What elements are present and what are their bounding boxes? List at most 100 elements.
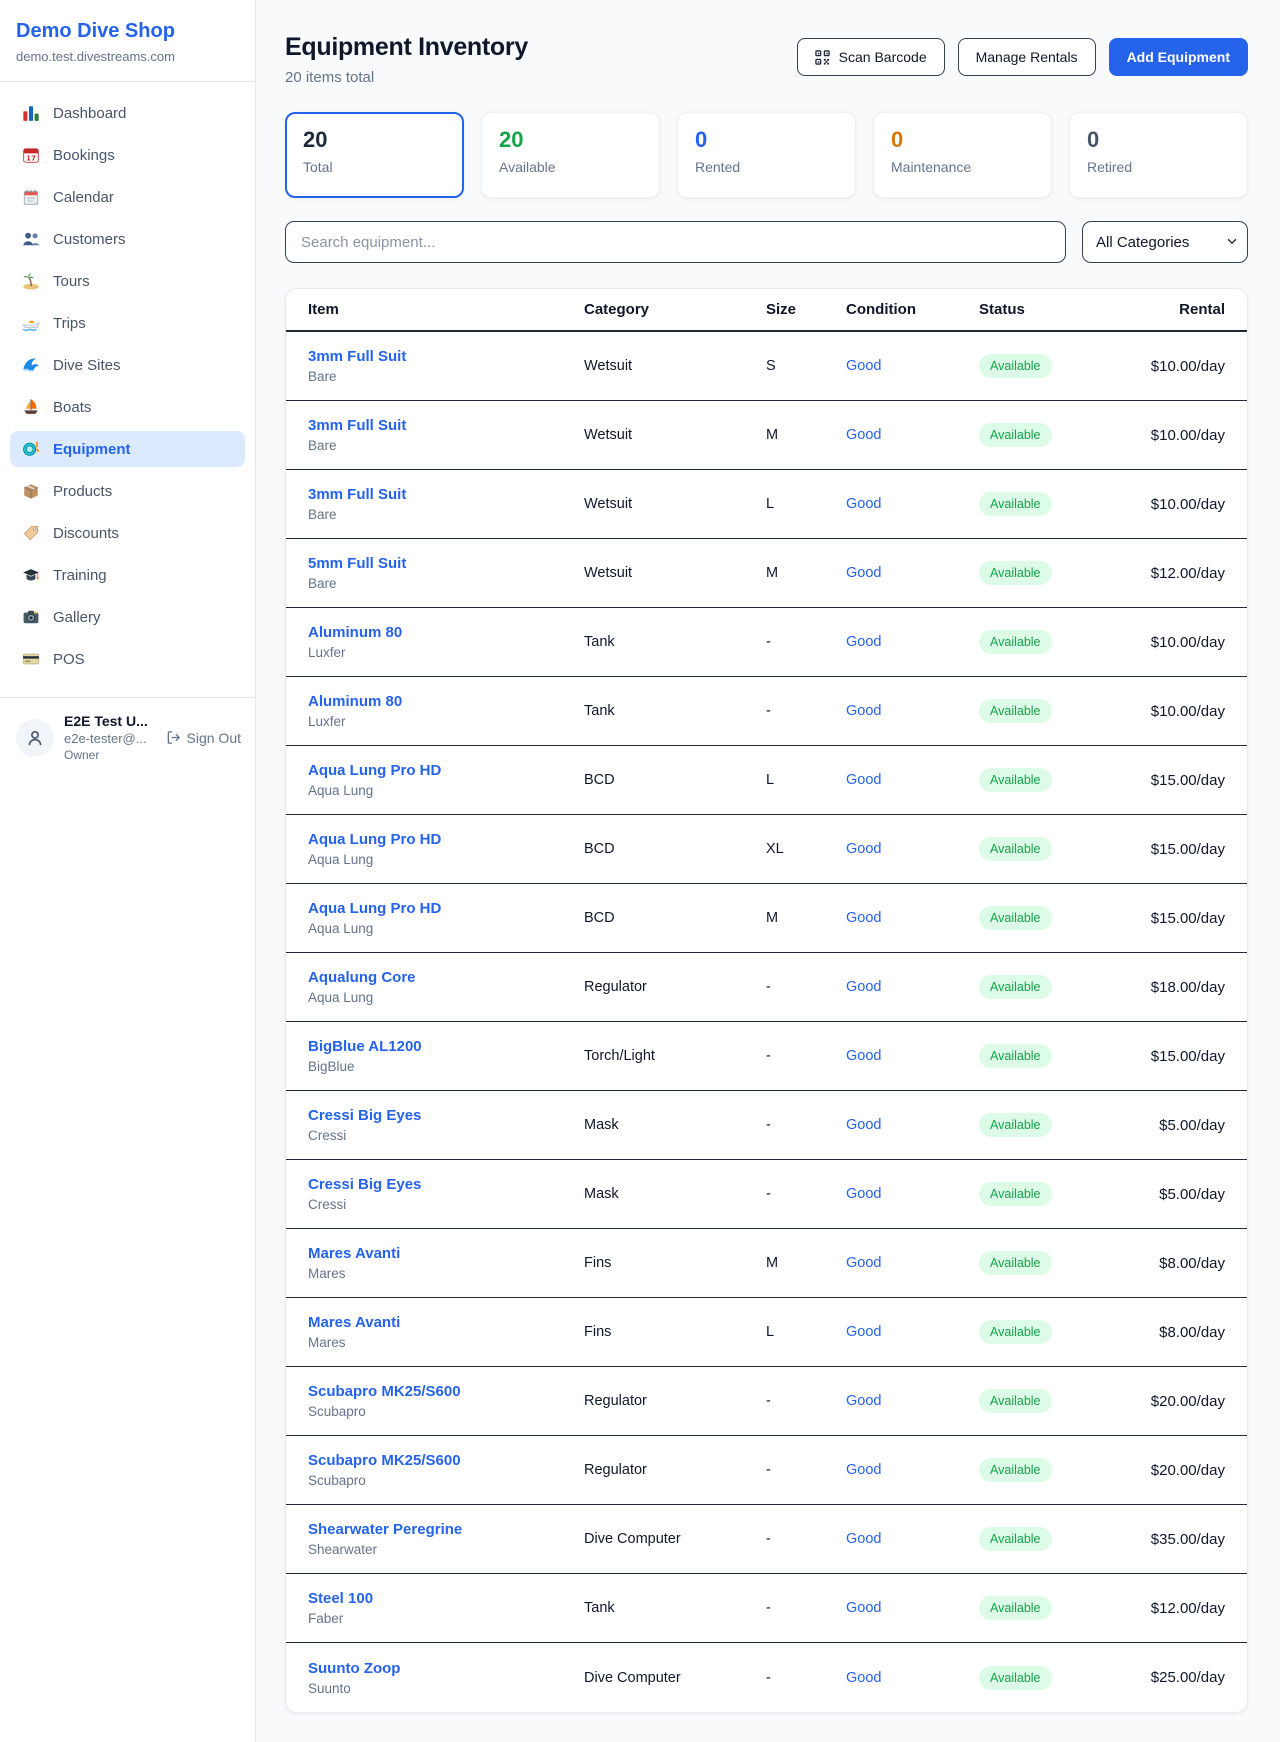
item-cell: Steel 100Faber	[308, 1590, 584, 1626]
sidebar-nav: Dashboard 17 Bookings Calendar Customers Tour…	[0, 82, 255, 691]
condition-link[interactable]: Good	[846, 358, 979, 374]
add-equipment-button[interactable]: Add Equipment	[1109, 38, 1248, 76]
condition-link[interactable]: Good	[846, 772, 979, 788]
app-name[interactable]: Demo Dive Shop	[16, 20, 239, 43]
palm-island-icon	[22, 272, 40, 290]
item-link[interactable]: 3mm Full Suit	[308, 417, 584, 434]
item-cell: Aluminum 80 Luxfer	[308, 693, 584, 729]
sign-out-label: Sign Out	[187, 730, 241, 746]
item-link[interactable]: Shearwater Peregrine	[308, 1521, 584, 1538]
sidebar-item-boats[interactable]: Boats	[10, 389, 245, 425]
sidebar-item-discounts[interactable]: Discounts	[10, 515, 245, 551]
condition-link[interactable]: Good	[846, 1255, 979, 1271]
sidebar-item-tours[interactable]: Tours	[10, 263, 245, 299]
sidebar-item-label: Bookings	[53, 147, 115, 164]
table-row: 3mm Full SuitBareWetsuitSGoodAvailable$1…	[286, 332, 1247, 401]
sidebar-item-training[interactable]: Training	[10, 557, 245, 593]
item-brand: Shearwater	[308, 1542, 584, 1557]
svg-text:17: 17	[26, 153, 36, 162]
item-link[interactable]: Mares Avanti	[308, 1245, 584, 1262]
item-link[interactable]: BigBlue AL1200	[308, 1038, 584, 1055]
item-brand: Cressi	[308, 1197, 584, 1212]
manage-rentals-button[interactable]: Manage Rentals	[958, 38, 1096, 76]
sidebar: Demo Dive Shop demo.test.divestreams.com…	[0, 0, 256, 1742]
rental-cell: $12.00/day	[1149, 565, 1225, 582]
sign-out-button[interactable]: Sign Out	[166, 730, 241, 746]
condition-link[interactable]: Good	[846, 427, 979, 443]
stat-card-available[interactable]: 20Available	[481, 112, 660, 198]
column-header-rental: Rental	[1149, 301, 1225, 318]
category-cell: Fins	[584, 1324, 766, 1340]
stat-card-maintenance[interactable]: 0Maintenance	[873, 112, 1052, 198]
scan-barcode-button[interactable]: Scan Barcode	[797, 38, 945, 76]
category-select-wrap: All Categories	[1082, 221, 1248, 263]
item-link[interactable]: Aqua Lung Pro HD	[308, 762, 584, 779]
condition-link[interactable]: Good	[846, 565, 979, 581]
status-badge: Available	[979, 975, 1052, 999]
condition-link[interactable]: Good	[846, 979, 979, 995]
condition-link[interactable]: Good	[846, 1117, 979, 1133]
item-brand: Scubapro	[308, 1404, 584, 1419]
item-link[interactable]: 3mm Full Suit	[308, 486, 584, 503]
size-cell: L	[766, 1324, 846, 1340]
item-link[interactable]: Aluminum 80	[308, 693, 584, 710]
sidebar-item-label: Equipment	[53, 441, 131, 458]
condition-link[interactable]: Good	[846, 910, 979, 926]
item-link[interactable]: Aqua Lung Pro HD	[308, 831, 584, 848]
condition-link[interactable]: Good	[846, 841, 979, 857]
condition-link[interactable]: Good	[846, 634, 979, 650]
stat-value: 0	[1087, 126, 1230, 154]
item-cell: 3mm Full SuitBare	[308, 486, 584, 522]
sidebar-item-pos[interactable]: POS	[10, 641, 245, 677]
item-link[interactable]: Aluminum 80	[308, 624, 584, 641]
item-link[interactable]: 5mm Full Suit	[308, 555, 584, 572]
sidebar-item-label: Tours	[53, 273, 90, 290]
condition-link[interactable]: Good	[846, 1531, 979, 1547]
condition-link[interactable]: Good	[846, 1393, 979, 1409]
sidebar-item-bookings[interactable]: 17 Bookings	[10, 137, 245, 173]
status-cell: Available	[979, 1527, 1149, 1551]
status-badge: Available	[979, 1596, 1052, 1620]
item-link[interactable]: Mares Avanti	[308, 1314, 584, 1331]
item-link[interactable]: Steel 100	[308, 1590, 584, 1607]
condition-link[interactable]: Good	[846, 1670, 979, 1686]
item-link[interactable]: Aqualung Core	[308, 969, 584, 986]
item-brand: Luxfer	[308, 714, 584, 729]
sidebar-item-gallery[interactable]: Gallery	[10, 599, 245, 635]
item-link[interactable]: 3mm Full Suit	[308, 348, 584, 365]
item-link[interactable]: Cressi Big Eyes	[308, 1176, 584, 1193]
sidebar-item-dashboard[interactable]: Dashboard	[10, 95, 245, 131]
sidebar-item-label: Products	[53, 483, 112, 500]
condition-link[interactable]: Good	[846, 703, 979, 719]
item-cell: Cressi Big EyesCressi	[308, 1107, 584, 1143]
sidebar-item-trips[interactable]: Trips	[10, 305, 245, 341]
condition-link[interactable]: Good	[846, 1462, 979, 1478]
sidebar-item-dive-sites[interactable]: Dive Sites	[10, 347, 245, 383]
condition-link[interactable]: Good	[846, 1600, 979, 1616]
size-cell: M	[766, 910, 846, 926]
search-input[interactable]	[285, 221, 1066, 263]
category-select[interactable]: All Categories	[1082, 221, 1248, 263]
condition-link[interactable]: Good	[846, 1186, 979, 1202]
rental-cell: $18.00/day	[1149, 979, 1225, 996]
sidebar-item-customers[interactable]: Customers	[10, 221, 245, 257]
stat-card-rented[interactable]: 0Rented	[677, 112, 856, 198]
rental-cell: $8.00/day	[1149, 1255, 1225, 1272]
item-link[interactable]: Aqua Lung Pro HD	[308, 900, 584, 917]
stat-card-total[interactable]: 20Total	[285, 112, 464, 198]
status-badge: Available	[979, 561, 1052, 585]
sidebar-item-products[interactable]: Products	[10, 473, 245, 509]
sidebar-item-equipment[interactable]: Equipment	[10, 431, 245, 467]
category-cell: Wetsuit	[584, 496, 766, 512]
condition-link[interactable]: Good	[846, 496, 979, 512]
item-link[interactable]: Scubapro MK25/S600	[308, 1383, 584, 1400]
item-link[interactable]: Cressi Big Eyes	[308, 1107, 584, 1124]
condition-link[interactable]: Good	[846, 1324, 979, 1340]
item-link[interactable]: Scubapro MK25/S600	[308, 1452, 584, 1469]
status-badge: Available	[979, 630, 1052, 654]
stat-card-retired[interactable]: 0Retired	[1069, 112, 1248, 198]
item-link[interactable]: Suunto Zoop	[308, 1660, 584, 1677]
sidebar-item-calendar[interactable]: Calendar	[10, 179, 245, 215]
item-brand: Bare	[308, 438, 584, 453]
condition-link[interactable]: Good	[846, 1048, 979, 1064]
